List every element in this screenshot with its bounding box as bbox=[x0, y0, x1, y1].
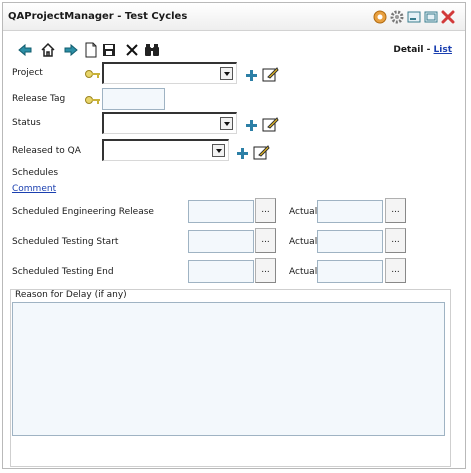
form-content: Detail - List Project Release Tag Status bbox=[3, 31, 465, 468]
minimize-window-icon[interactable] bbox=[407, 10, 421, 24]
actual-label: Actual bbox=[289, 207, 318, 217]
edit-status-icon[interactable] bbox=[262, 116, 279, 132]
key-icon bbox=[85, 95, 101, 105]
search-binoculars-icon[interactable] bbox=[144, 42, 160, 58]
help-icon[interactable] bbox=[373, 10, 387, 24]
sched-eng-release-label: Scheduled Engineering Release bbox=[12, 207, 154, 217]
status-label: Status bbox=[12, 118, 41, 128]
close-icon[interactable] bbox=[441, 10, 455, 24]
app-window: QAProjectManager - Test Cycles Detail - … bbox=[2, 2, 466, 469]
released-to-qa-select[interactable] bbox=[102, 139, 229, 161]
nav-separator: - bbox=[426, 45, 431, 55]
released-to-qa-label: Released to QA bbox=[12, 146, 81, 156]
chevron-down-icon[interactable] bbox=[212, 144, 225, 157]
view-switcher: Detail - List bbox=[393, 45, 452, 55]
release-tag-input[interactable] bbox=[102, 88, 165, 110]
gear-icon[interactable] bbox=[390, 10, 404, 24]
list-link[interactable]: List bbox=[434, 45, 452, 55]
forward-arrow-icon[interactable] bbox=[63, 42, 79, 58]
release-tag-label: Release Tag bbox=[12, 94, 66, 104]
edit-project-icon[interactable] bbox=[262, 66, 279, 82]
actual-testing-start-input[interactable] bbox=[317, 230, 383, 253]
comment-link[interactable]: Comment bbox=[12, 184, 56, 194]
schedules-label: Schedules bbox=[12, 168, 59, 178]
actual-testing-end-input[interactable] bbox=[317, 260, 383, 283]
back-arrow-icon[interactable] bbox=[17, 42, 33, 58]
save-icon[interactable] bbox=[101, 42, 117, 58]
edit-released-to-qa-icon[interactable] bbox=[253, 144, 270, 160]
new-document-icon[interactable] bbox=[83, 42, 99, 58]
actual-label: Actual bbox=[289, 237, 318, 247]
sched-testing-start-browse-button[interactable]: ... bbox=[255, 228, 276, 253]
add-status-icon[interactable] bbox=[246, 120, 257, 131]
detail-label: Detail bbox=[393, 45, 424, 55]
chevron-down-icon[interactable] bbox=[220, 117, 233, 130]
actual-testing-start-browse-button[interactable]: ... bbox=[385, 228, 406, 253]
sched-eng-release-browse-button[interactable]: ... bbox=[255, 198, 276, 223]
title-bar: QAProjectManager - Test Cycles bbox=[3, 3, 465, 31]
actual-testing-end-browse-button[interactable]: ... bbox=[385, 258, 406, 283]
sched-testing-end-browse-button[interactable]: ... bbox=[255, 258, 276, 283]
sched-testing-start-label: Scheduled Testing Start bbox=[12, 237, 119, 247]
sched-testing-end-label: Scheduled Testing End bbox=[12, 267, 114, 277]
chevron-down-icon[interactable] bbox=[220, 67, 233, 80]
actual-eng-release-input[interactable] bbox=[317, 200, 383, 223]
window-title: QAProjectManager - Test Cycles bbox=[8, 11, 188, 22]
maximize-window-icon[interactable] bbox=[424, 10, 438, 24]
actual-eng-release-browse-button[interactable]: ... bbox=[385, 198, 406, 223]
project-select[interactable] bbox=[102, 62, 237, 84]
reason-for-delay-textarea[interactable] bbox=[12, 302, 445, 436]
status-select[interactable] bbox=[102, 112, 237, 134]
sched-testing-start-input[interactable] bbox=[188, 230, 254, 253]
actual-label: Actual bbox=[289, 267, 318, 277]
add-released-to-qa-icon[interactable] bbox=[237, 148, 248, 159]
add-project-icon[interactable] bbox=[246, 70, 257, 81]
delete-icon[interactable] bbox=[124, 42, 140, 58]
home-icon[interactable] bbox=[40, 42, 56, 58]
project-label: Project bbox=[12, 68, 43, 78]
reason-label: Reason for Delay (if any) bbox=[15, 290, 127, 300]
sched-testing-end-input[interactable] bbox=[188, 260, 254, 283]
key-icon bbox=[85, 69, 101, 79]
sched-eng-release-input[interactable] bbox=[188, 200, 254, 223]
